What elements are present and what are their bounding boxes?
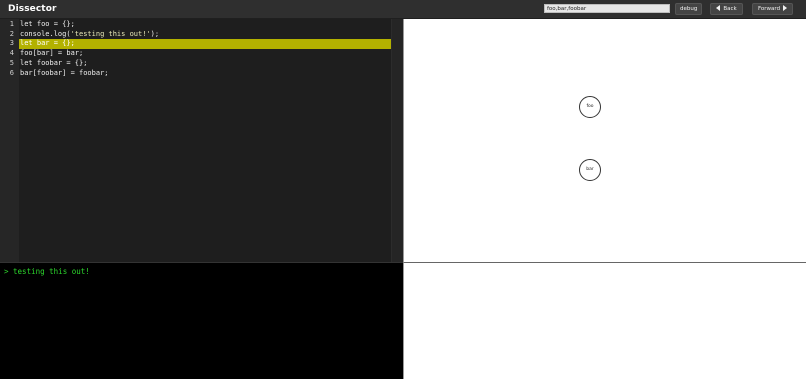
string-literal: 'testing this out!' [70,29,151,38]
line-number: 3 [9,39,14,48]
active-code-line[interactable]: let bar = {}; [19,39,403,50]
code-line[interactable]: let foo = {}; [20,20,403,30]
code-line[interactable]: let foobar = {}; [20,59,403,69]
top-bar: Dissector debug Back Forward [0,0,806,19]
line-number: 1 [9,20,14,28]
code-text: console.log( [20,29,71,38]
back-button[interactable]: Back [710,3,743,15]
forward-button-label: Forward [757,6,781,12]
node-label: foo [586,104,594,109]
line-number-gutter: 1 2 3 4 5 6 [0,19,19,262]
triangle-left-icon [716,5,721,11]
console-line: > testing this out! [4,267,90,276]
console-output: > testing this out! [0,262,403,379]
debug-button[interactable]: debug [675,3,702,15]
object-graph-panel: foo bar [403,19,806,262]
code-editor[interactable]: 1 2 3 4 5 6 let foo = {}; console.log('t… [0,19,403,262]
debug-button-label: debug [680,6,698,12]
forward-button[interactable]: Forward [752,3,793,15]
triangle-right-icon [783,5,788,11]
app-title: Dissector [8,4,57,14]
line-number: 6 [9,68,14,77]
variables-input[interactable] [544,4,670,13]
code-line[interactable]: console.log('testing this out!'); [20,30,403,40]
object-node-foo[interactable]: foo [579,96,601,118]
back-button-label: Back [723,6,737,12]
code-line[interactable]: foo[bar] = bar; [20,49,403,59]
line-number: 5 [9,58,14,67]
editor-scrollbar[interactable] [391,19,403,262]
inspector-panel [403,262,806,379]
code-line[interactable]: bar[foobar] = foobar; [20,69,403,79]
object-node-bar[interactable]: bar [579,159,601,181]
code-text: ); [150,29,160,38]
line-number: 2 [9,29,14,38]
node-label: bar [586,167,594,172]
line-number: 4 [9,49,14,58]
